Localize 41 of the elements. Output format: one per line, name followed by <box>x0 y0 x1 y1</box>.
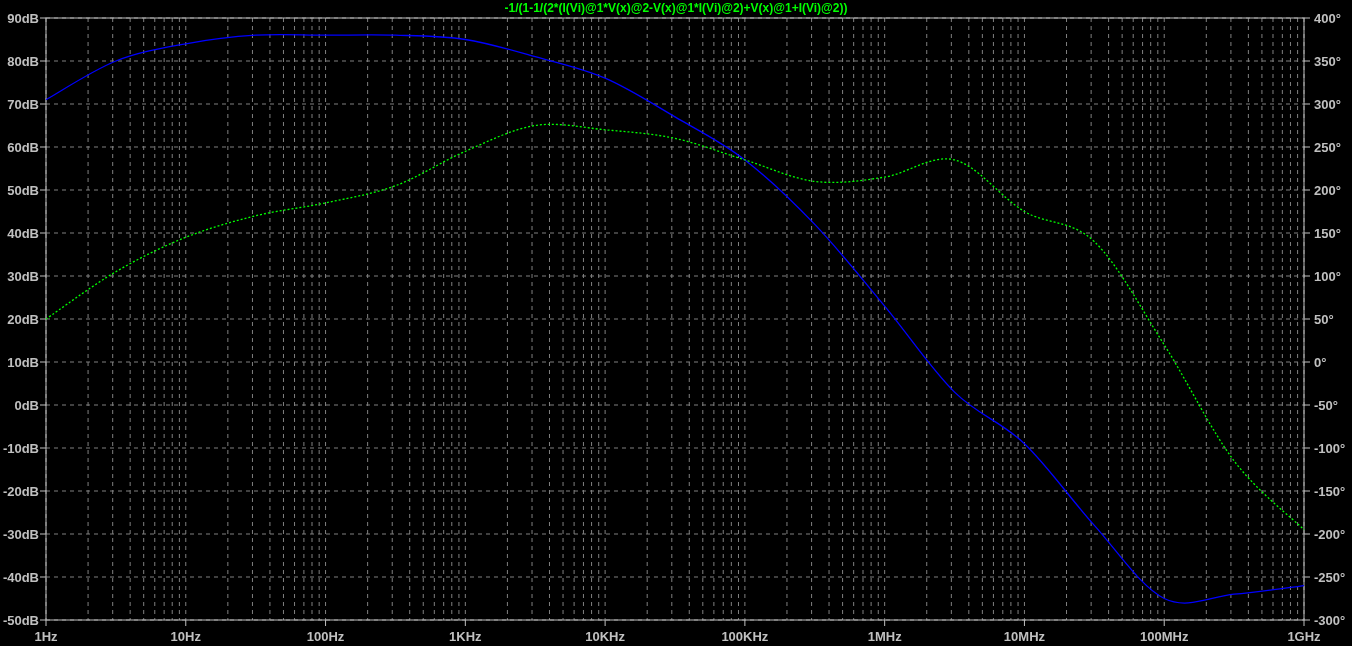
axis-tick-label: 250° <box>1314 140 1341 155</box>
axis-tick-label: 1KHz <box>449 629 482 644</box>
axis-tick-label: -50dB <box>2 613 39 628</box>
axis-tick-label: 1Hz <box>34 629 58 644</box>
axis-tick-label: 200° <box>1314 183 1341 198</box>
axis-tick-label: 40dB <box>7 226 39 241</box>
axis-tick-label: 300° <box>1314 97 1341 112</box>
axis-tick-label: 30dB <box>7 269 39 284</box>
axis-tick-label: 10Hz <box>170 629 201 644</box>
axis-tick-label: 0° <box>1314 355 1327 370</box>
axis-tick-label: -200° <box>1314 527 1346 542</box>
axis-tick-label: 80dB <box>7 54 39 69</box>
axis-tick-label: -100° <box>1314 441 1346 456</box>
axis-tick-label: 1MHz <box>867 629 902 644</box>
axis-tick-label: 100° <box>1314 269 1341 284</box>
axis-tick-label: -250° <box>1314 570 1346 585</box>
axis-tick-label: 50dB <box>7 183 39 198</box>
axis-tick-label: -30dB <box>2 527 39 542</box>
axis-tick-label: 90dB <box>7 11 39 26</box>
axis-tick-label: 100KHz <box>721 629 769 644</box>
axis-tick-label: 50° <box>1314 312 1334 327</box>
axis-tick-label: 100MHz <box>1140 629 1189 644</box>
chart-title: -1/(1-1/(2*(I(Vi)@1*V(x)@2-V(x)@1*I(Vi)@2)+V(x)@1+I(Vi)@2)) <box>504 1 848 15</box>
axis-tick-label: 350° <box>1314 54 1341 69</box>
axis-tick-label: 70dB <box>7 97 39 112</box>
axis-tick-label: 150° <box>1314 226 1341 241</box>
axis-tick-label: 400° <box>1314 11 1341 26</box>
axis-tick-label: 10MHz <box>1003 629 1046 644</box>
axis-tick-label: -40dB <box>2 570 39 585</box>
axis-tick-label: -150° <box>1314 484 1346 499</box>
axis-tick-label: 0dB <box>14 398 39 413</box>
axis-tick-label: -20dB <box>2 484 39 499</box>
axis-tick-label: -50° <box>1314 398 1338 413</box>
axis-tick-label: 20dB <box>7 312 39 327</box>
axis-tick-label: -300° <box>1314 613 1346 628</box>
axis-tick-label: 60dB <box>7 140 39 155</box>
axis-tick-label: 1GHz <box>1287 629 1321 644</box>
axis-tick-label: 100Hz <box>306 629 345 644</box>
axis-tick-label: 10dB <box>7 355 39 370</box>
axis-tick-label: 10KHz <box>585 629 625 644</box>
axis-tick-label: -10dB <box>2 441 39 456</box>
